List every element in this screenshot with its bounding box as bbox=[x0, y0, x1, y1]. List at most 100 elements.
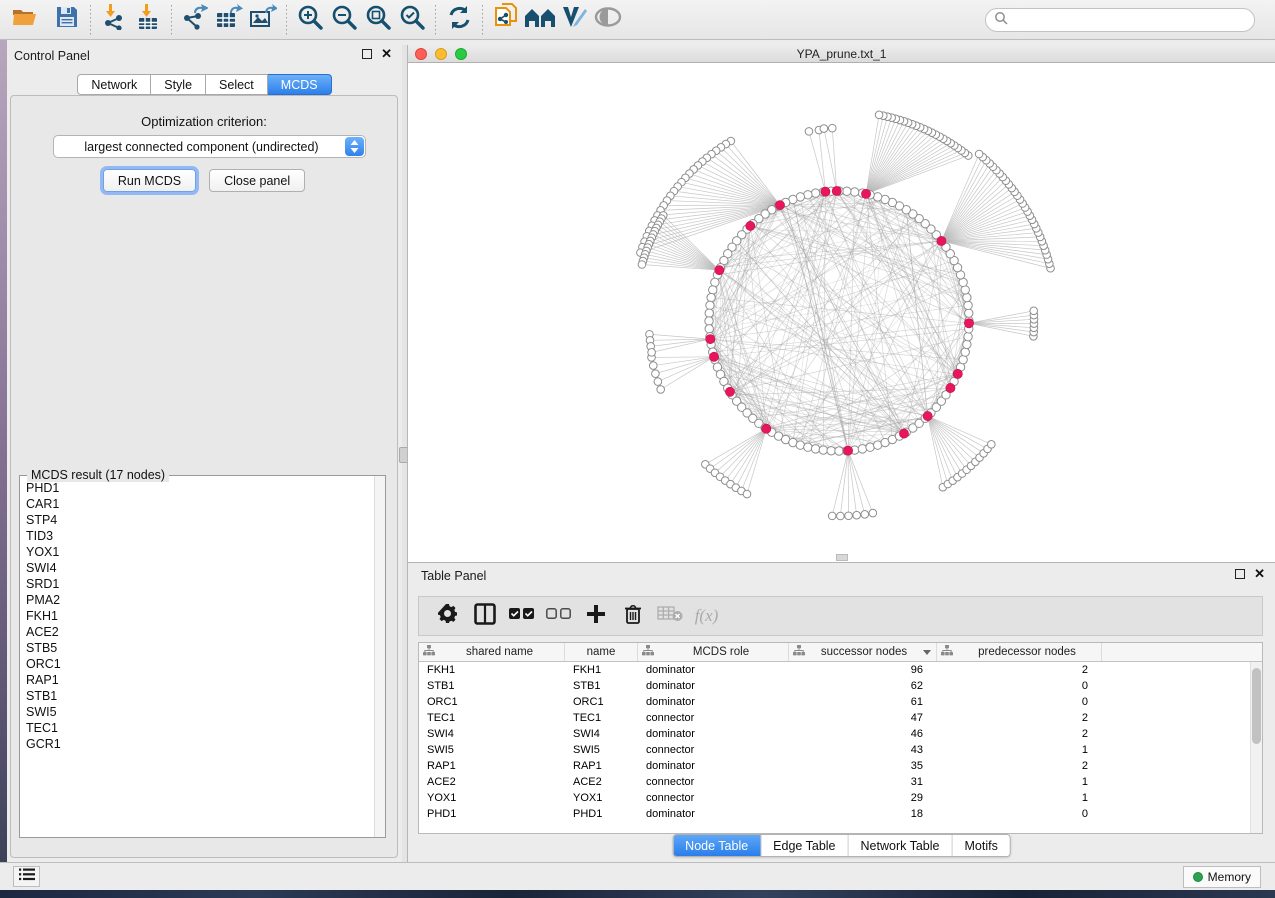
table-cell[interactable]: 0 bbox=[937, 806, 1102, 822]
tab-style[interactable]: Style bbox=[151, 74, 206, 95]
leaf-node[interactable] bbox=[743, 490, 751, 498]
leaf-node[interactable] bbox=[649, 362, 657, 370]
table-cell[interactable]: 29 bbox=[789, 790, 937, 806]
ring-node[interactable] bbox=[961, 348, 969, 356]
delete-table-button[interactable] bbox=[651, 599, 688, 633]
save-session-button[interactable] bbox=[50, 4, 84, 36]
column-header-predecessor-nodes[interactable]: predecessor nodes bbox=[937, 643, 1102, 661]
table-cell[interactable]: FKH1 bbox=[419, 662, 565, 678]
leaf-node[interactable] bbox=[861, 510, 869, 518]
table-cell[interactable]: 35 bbox=[789, 758, 937, 774]
table-cell[interactable]: ACE2 bbox=[565, 774, 638, 790]
column-header-shared-name[interactable]: shared name bbox=[419, 643, 565, 661]
table-cell[interactable]: 2 bbox=[937, 662, 1102, 678]
table-cell[interactable]: dominator bbox=[638, 726, 789, 742]
mcds-result-item[interactable]: PHD1 bbox=[21, 480, 373, 496]
leaf-node[interactable] bbox=[828, 512, 836, 520]
close-table-panel-icon[interactable]: ✕ bbox=[1254, 569, 1265, 579]
leaf-node[interactable] bbox=[638, 261, 646, 269]
table-cell[interactable]: connector bbox=[638, 742, 789, 758]
table-row[interactable]: PHD1PHD1dominator180 bbox=[419, 806, 1262, 822]
ring-node[interactable] bbox=[827, 447, 835, 455]
dominator-node[interactable] bbox=[832, 186, 841, 195]
table-cell[interactable]: dominator bbox=[638, 678, 789, 694]
dominator-node[interactable] bbox=[706, 334, 715, 343]
mcds-result-item[interactable]: STB1 bbox=[21, 688, 373, 704]
export-table-button[interactable] bbox=[212, 4, 246, 36]
mcds-result-item[interactable]: SRD1 bbox=[21, 576, 373, 592]
table-scrollbar[interactable] bbox=[1250, 662, 1262, 834]
mcds-result-item[interactable]: PMA2 bbox=[21, 592, 373, 608]
float-panel-icon[interactable] bbox=[362, 49, 372, 59]
table-cell[interactable]: 2 bbox=[937, 710, 1102, 726]
ring-node[interactable] bbox=[858, 445, 866, 453]
dominator-node[interactable] bbox=[762, 424, 771, 433]
table-cell[interactable]: SWI5 bbox=[419, 742, 565, 758]
table-cell[interactable]: 47 bbox=[789, 710, 937, 726]
mcds-result-item[interactable]: TEC1 bbox=[21, 720, 373, 736]
table-cell[interactable]: 46 bbox=[789, 726, 937, 742]
dominator-node[interactable] bbox=[775, 201, 784, 210]
refresh-button[interactable] bbox=[442, 4, 476, 36]
close-panel-button[interactable]: Close panel bbox=[209, 169, 305, 192]
tab-motifs[interactable]: Motifs bbox=[952, 835, 1009, 856]
network-canvas[interactable] bbox=[408, 63, 1275, 562]
dominator-node[interactable] bbox=[937, 236, 946, 245]
ring-node[interactable] bbox=[835, 447, 843, 455]
open-file-button[interactable] bbox=[8, 4, 42, 36]
memory-button[interactable]: Memory bbox=[1183, 866, 1261, 888]
leaf-node[interactable] bbox=[988, 441, 996, 449]
zoom-fit-button[interactable] bbox=[361, 4, 395, 36]
table-row[interactable]: STB1STB1dominator620 bbox=[419, 678, 1262, 694]
ring-node[interactable] bbox=[705, 325, 713, 333]
dominator-node[interactable] bbox=[709, 352, 718, 361]
tab-select[interactable]: Select bbox=[206, 74, 268, 95]
table-settings-button[interactable] bbox=[429, 599, 466, 633]
table-cell[interactable]: ACE2 bbox=[419, 774, 565, 790]
tab-mcds[interactable]: MCDS bbox=[268, 74, 332, 95]
mcds-result-item[interactable]: YOX1 bbox=[21, 544, 373, 560]
leaf-node[interactable] bbox=[975, 150, 983, 158]
tab-network-table[interactable]: Network Table bbox=[849, 835, 953, 856]
show-hide-graphics-button[interactable] bbox=[591, 4, 625, 36]
table-cell[interactable]: 43 bbox=[789, 742, 937, 758]
table-cell[interactable]: SWI5 bbox=[565, 742, 638, 758]
table-cell[interactable]: ORC1 bbox=[419, 694, 565, 710]
table-cell[interactable]: YOX1 bbox=[419, 790, 565, 806]
table-cell[interactable]: STB1 bbox=[565, 678, 638, 694]
dominator-node[interactable] bbox=[715, 266, 724, 275]
mcds-result-item[interactable]: STP4 bbox=[21, 512, 373, 528]
create-column-button[interactable] bbox=[577, 599, 614, 633]
dominator-node[interactable] bbox=[899, 429, 908, 438]
table-cell[interactable]: 2 bbox=[937, 726, 1102, 742]
leaf-node[interactable] bbox=[648, 349, 656, 357]
table-cell[interactable]: connector bbox=[638, 710, 789, 726]
table-row[interactable]: RAP1RAP1dominator352 bbox=[419, 758, 1262, 774]
table-row[interactable]: ORC1ORC1dominator610 bbox=[419, 694, 1262, 710]
mcds-result-item[interactable]: TID3 bbox=[21, 528, 373, 544]
ring-node[interactable] bbox=[709, 286, 717, 294]
ring-node[interactable] bbox=[964, 332, 972, 340]
table-cell[interactable]: dominator bbox=[638, 662, 789, 678]
leaf-node[interactable] bbox=[828, 124, 836, 132]
table-cell[interactable]: YOX1 bbox=[565, 790, 638, 806]
dominator-node[interactable] bbox=[964, 319, 973, 328]
task-history-button[interactable] bbox=[13, 866, 40, 887]
ring-node[interactable] bbox=[965, 309, 973, 317]
function-builder-button[interactable]: f(x) bbox=[688, 599, 725, 633]
mcds-result-item[interactable]: RAP1 bbox=[21, 672, 373, 688]
float-table-panel-icon[interactable] bbox=[1235, 569, 1245, 579]
table-cell[interactable]: 61 bbox=[789, 694, 937, 710]
leaf-node[interactable] bbox=[652, 370, 660, 378]
table-cell[interactable]: SWI4 bbox=[565, 726, 638, 742]
first-neighbors-button[interactable] bbox=[523, 4, 557, 36]
table-cell[interactable]: FKH1 bbox=[565, 662, 638, 678]
table-cell[interactable]: connector bbox=[638, 790, 789, 806]
dominator-node[interactable] bbox=[946, 383, 955, 392]
ring-node[interactable] bbox=[964, 301, 972, 309]
table-cell[interactable]: PHD1 bbox=[565, 806, 638, 822]
select-all-rows-button[interactable] bbox=[503, 599, 540, 633]
network-window-titlebar[interactable]: YPA_prune.txt_1 bbox=[408, 45, 1275, 63]
table-cell[interactable]: PHD1 bbox=[419, 806, 565, 822]
search-input[interactable] bbox=[1008, 11, 1254, 29]
